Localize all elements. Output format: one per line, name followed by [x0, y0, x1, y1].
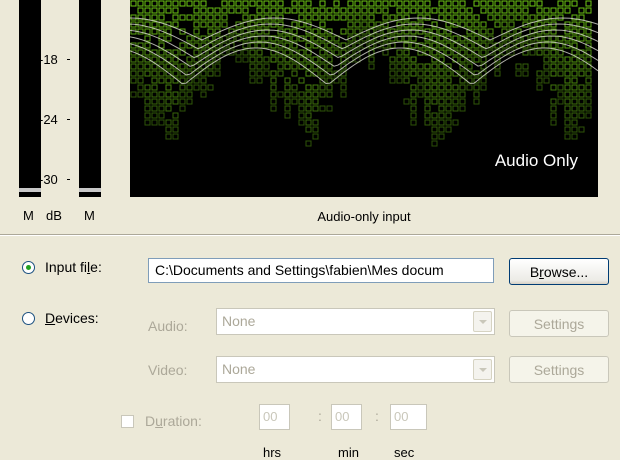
left-level-meter	[19, 0, 41, 197]
duration-label: Duration:	[145, 413, 202, 429]
audio-only-badge: Audio Only	[494, 151, 578, 170]
devices-radio[interactable]	[22, 312, 35, 325]
left-meter-peak	[19, 188, 41, 192]
chevron-down-icon[interactable]	[473, 359, 492, 380]
db-scale-label: -24	[35, 112, 79, 127]
audio-device-label: Audio:	[148, 318, 188, 334]
db-unit-label: dB	[46, 208, 62, 223]
duration-hours-field[interactable]: 00	[259, 404, 290, 430]
audio-device-value: None	[222, 313, 256, 329]
right-level-meter	[79, 0, 101, 197]
minutes-unit-label: min	[338, 445, 359, 460]
duration-checkbox[interactable]	[121, 415, 134, 428]
input-file-radio[interactable]	[22, 261, 35, 274]
left-meter-label: M	[23, 208, 34, 223]
video-settings-button[interactable]: Settings	[509, 356, 609, 383]
time-separator: :	[375, 408, 379, 424]
chevron-down-icon[interactable]	[473, 311, 492, 332]
devices-label[interactable]: Devices:	[45, 310, 99, 326]
input-file-path-field[interactable]: C:\Documents and Settings\fabien\Mes doc…	[148, 258, 494, 283]
duration-minutes-field[interactable]: 00	[331, 404, 362, 430]
video-device-select[interactable]: None	[216, 356, 495, 383]
db-scale-label: -30	[35, 172, 79, 187]
preview-panel: -18 -24 -30 M dB M Audio Only Audio-only…	[0, 0, 620, 235]
right-meter-label: M	[84, 208, 95, 223]
seconds-unit-label: sec	[394, 445, 415, 460]
video-device-label: Video:	[148, 362, 188, 378]
db-scale-label: -18	[35, 52, 79, 67]
hours-unit-label: hrs	[263, 445, 282, 460]
audio-settings-button[interactable]: Settings	[509, 310, 609, 337]
visualization-caption: Audio-only input	[317, 209, 411, 224]
time-separator: :	[318, 408, 322, 424]
browse-button[interactable]: Br owse...	[509, 258, 609, 285]
input-file-label[interactable]: Input file:	[45, 259, 102, 275]
section-divider	[0, 234, 620, 236]
audio-visualization: Audio Only	[130, 0, 598, 197]
duration-seconds-field[interactable]: 00	[390, 404, 427, 430]
right-meter-peak	[79, 188, 101, 192]
audio-device-select[interactable]: None	[216, 308, 495, 335]
video-device-value: None	[222, 361, 256, 377]
